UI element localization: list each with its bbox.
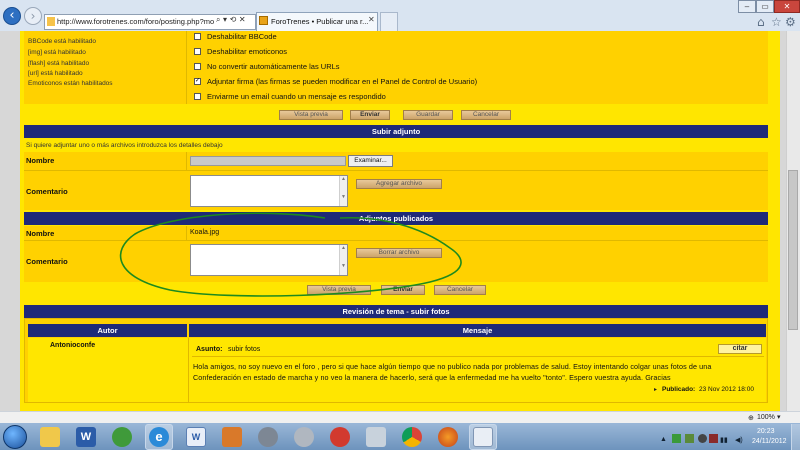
favorites-icon[interactable]: ☆ [771, 15, 782, 29]
upload-name-label: Nombre [26, 156, 55, 165]
show-desktop-button[interactable] [791, 424, 800, 450]
back-button[interactable]: ‹ [3, 7, 21, 25]
review-divider [188, 338, 189, 402]
post-link-icon[interactable]: ▸ [654, 386, 657, 393]
globe-icon[interactable] [294, 427, 314, 447]
notify-email-label: Enviarme un email cuando un mensaje es r… [207, 92, 386, 101]
published-label: Publicado: [662, 386, 696, 393]
steering-wheel-icon[interactable] [258, 427, 278, 447]
status-bar [0, 411, 800, 423]
options-divider [186, 31, 187, 104]
upload-hint: Si quiere adjuntar uno o más archivos in… [26, 142, 223, 149]
tab-close-icon[interactable]: ✕ [368, 15, 375, 24]
disable-emoticons-checkbox[interactable] [194, 48, 201, 55]
minimize-button[interactable]: – [738, 0, 756, 13]
scrollbar-thumb[interactable] [788, 170, 798, 330]
upload-name-row [24, 152, 768, 170]
forward-button[interactable]: › [24, 7, 42, 25]
preview-button[interactable]: Vista previa [279, 110, 343, 120]
maximize-button[interactable]: ▭ [756, 0, 774, 13]
home-icon[interactable]: ⌂ [757, 15, 765, 29]
explorer-icon[interactable] [40, 427, 60, 447]
annotation-circle-icon [119, 212, 462, 297]
no-auto-urls-label: No convertir automáticamente las URLs [207, 62, 340, 71]
tray-network-icon[interactable]: ▮▮ [720, 436, 728, 444]
clock-time[interactable]: 20:23 [757, 428, 775, 435]
tab-favicon [259, 16, 268, 25]
save-button[interactable]: Guardar [403, 110, 453, 120]
post-author[interactable]: Antonioconfe [50, 342, 95, 349]
tray-volume-icon[interactable]: ◀) [735, 436, 743, 444]
disable-bbcode-label: Deshabilitar BBCode [207, 32, 277, 41]
firefox-icon[interactable] [438, 427, 458, 447]
paint-icon[interactable] [473, 427, 493, 447]
word-doc-icon[interactable]: W [186, 427, 206, 447]
start-orb[interactable] [3, 425, 27, 449]
upload-comment-textarea[interactable] [190, 175, 348, 207]
flash-status: [flash] está habilitado [28, 60, 90, 67]
cancel-button[interactable]: Cancelar [461, 110, 511, 120]
review-header: Revisión de tema - subir fotos [24, 305, 768, 318]
bbcode-status: BBCode está habilitado [28, 38, 96, 45]
tray-arrow-icon[interactable]: ▲ [660, 436, 667, 443]
textarea-scrollbar[interactable]: ▲ ▼ [339, 176, 347, 206]
browse-button[interactable]: Examinar... [348, 155, 393, 167]
attachment-name-label: Nombre [26, 229, 55, 238]
file-path-input[interactable] [190, 156, 346, 166]
post-body: Hola amigos, no soy nuevo en el foro , p… [193, 362, 712, 382]
site-favicon [47, 17, 55, 26]
url-status: [url] está habilitado [28, 70, 83, 77]
add-file-button[interactable]: Agregar archivo [356, 179, 442, 189]
subject-label: Asunto: [196, 346, 223, 353]
chrome-icon[interactable] [402, 427, 422, 447]
cloud-icon[interactable] [366, 427, 386, 447]
media-center-icon[interactable] [112, 427, 132, 447]
options-title-clipped [24, 31, 184, 34]
clock-date[interactable]: 24/11/2012 [752, 438, 787, 445]
attach-signature-checkbox[interactable]: ✓ [194, 78, 201, 85]
attachment-comment-label: Comentario [26, 257, 68, 266]
options-panel [24, 31, 768, 104]
img-status: [img] está habilitado [28, 49, 86, 56]
author-column-header: Autor [28, 324, 187, 337]
post-subject: subir fotos [228, 346, 261, 353]
zoom-icon[interactable]: ⊕ [748, 414, 754, 422]
disable-emoticons-label: Deshabilitar emoticonos [207, 47, 288, 56]
browser-tab[interactable]: ForoTrenes • Publicar una r... [256, 12, 378, 31]
emoticons-status: Emoticonos están habilitados [28, 80, 113, 87]
ie-icon[interactable]: e [149, 427, 169, 447]
tray-security-icon[interactable] [685, 434, 694, 443]
attach-signature-label: Adjuntar firma (las firmas se pueden mod… [207, 77, 478, 86]
pin-icon[interactable] [330, 427, 350, 447]
notify-email-checkbox[interactable] [194, 93, 201, 100]
upload-comment-row [24, 171, 768, 210]
tab-title: ForoTrenes • Publicar una r... [271, 17, 369, 26]
word-icon[interactable]: W [76, 427, 96, 447]
address-text: http://www.forotrenes.com/foro/posting.p… [57, 17, 215, 26]
upload-comment-label: Comentario [26, 187, 68, 196]
tray-app-icon[interactable] [672, 434, 681, 443]
zoom-dropdown-icon[interactable]: ▾ [777, 413, 781, 421]
send-button[interactable]: Enviar [350, 110, 390, 120]
tray-flag-icon[interactable] [709, 434, 718, 443]
published-date: 23 Nov 2012 18:00 [699, 386, 754, 393]
new-tab-button[interactable] [380, 12, 398, 31]
upload-header: Subir adjunto [24, 125, 768, 138]
no-auto-urls-checkbox[interactable] [194, 63, 201, 70]
message-column-header: Mensaje [189, 324, 766, 337]
zoom-level[interactable]: 100% [757, 414, 775, 421]
address-tools[interactable]: ⌕ ▾ ⟲ ✕ [216, 15, 246, 25]
post-separator [192, 356, 764, 357]
tray-bluetooth-icon[interactable] [698, 434, 707, 443]
media-player-icon[interactable] [222, 427, 242, 447]
close-window-button[interactable]: ✕ [774, 0, 800, 13]
settings-gear-icon[interactable]: ⚙ [785, 15, 796, 29]
quote-button[interactable]: citar [718, 344, 762, 354]
submit-row [24, 106, 768, 121]
disable-bbcode-checkbox[interactable] [194, 33, 201, 40]
